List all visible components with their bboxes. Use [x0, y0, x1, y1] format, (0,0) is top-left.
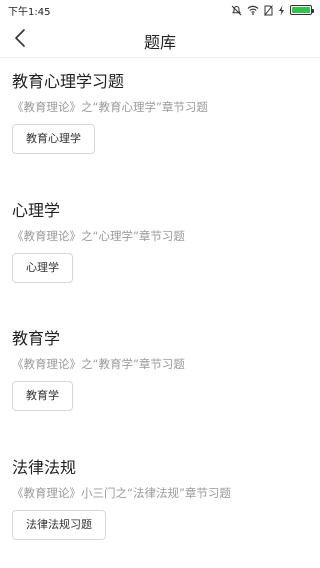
- mute-icon: [231, 5, 242, 15]
- section-subtitle: 《教育理论》小三门之“法律法规”章节习题: [12, 486, 231, 500]
- laws-regulations-button[interactable]: 法律法规习题: [12, 510, 106, 540]
- section-psychology: 心理学 《教育理论》之“心理学”章节习题 心理学: [12, 201, 308, 283]
- status-time: 下午1:45: [8, 6, 51, 18]
- sim-off-icon: [264, 4, 273, 16]
- section-subtitle: 《教育理论》之“心理学”章节习题: [12, 229, 185, 243]
- section-title: 教育学: [12, 329, 61, 348]
- section-pedagogy: 教育学 《教育理论》之“教育学”章节习题 教育学: [12, 329, 308, 411]
- pedagogy-button[interactable]: 教育学: [12, 381, 73, 411]
- page-title: 题库: [143, 33, 176, 52]
- wifi-icon: [247, 5, 259, 15]
- battery-icon: [290, 5, 314, 15]
- status-bar: 下午1:45: [0, 0, 320, 20]
- section-title: 法律法规: [12, 458, 77, 477]
- section-title: 教育心理学习题: [12, 72, 125, 91]
- status-icons: [231, 4, 314, 16]
- educational-psychology-button[interactable]: 教育心理学: [12, 124, 95, 154]
- section-subtitle: 《教育理论》之“教育心理学”章节习题: [12, 100, 208, 114]
- section-educational-psychology: 教育心理学习题 《教育理论》之“教育心理学”章节习题 教育心理学: [12, 72, 308, 154]
- nav-bar: 题库: [0, 20, 320, 58]
- section-title: 心理学: [12, 201, 61, 220]
- section-subtitle: 《教育理论》之“教育学”章节习题: [12, 357, 185, 371]
- psychology-button[interactable]: 心理学: [12, 253, 73, 283]
- section-laws-regulations: 法律法规 《教育理论》小三门之“法律法规”章节习题 法律法规习题: [12, 458, 308, 540]
- charging-icon: [279, 5, 284, 15]
